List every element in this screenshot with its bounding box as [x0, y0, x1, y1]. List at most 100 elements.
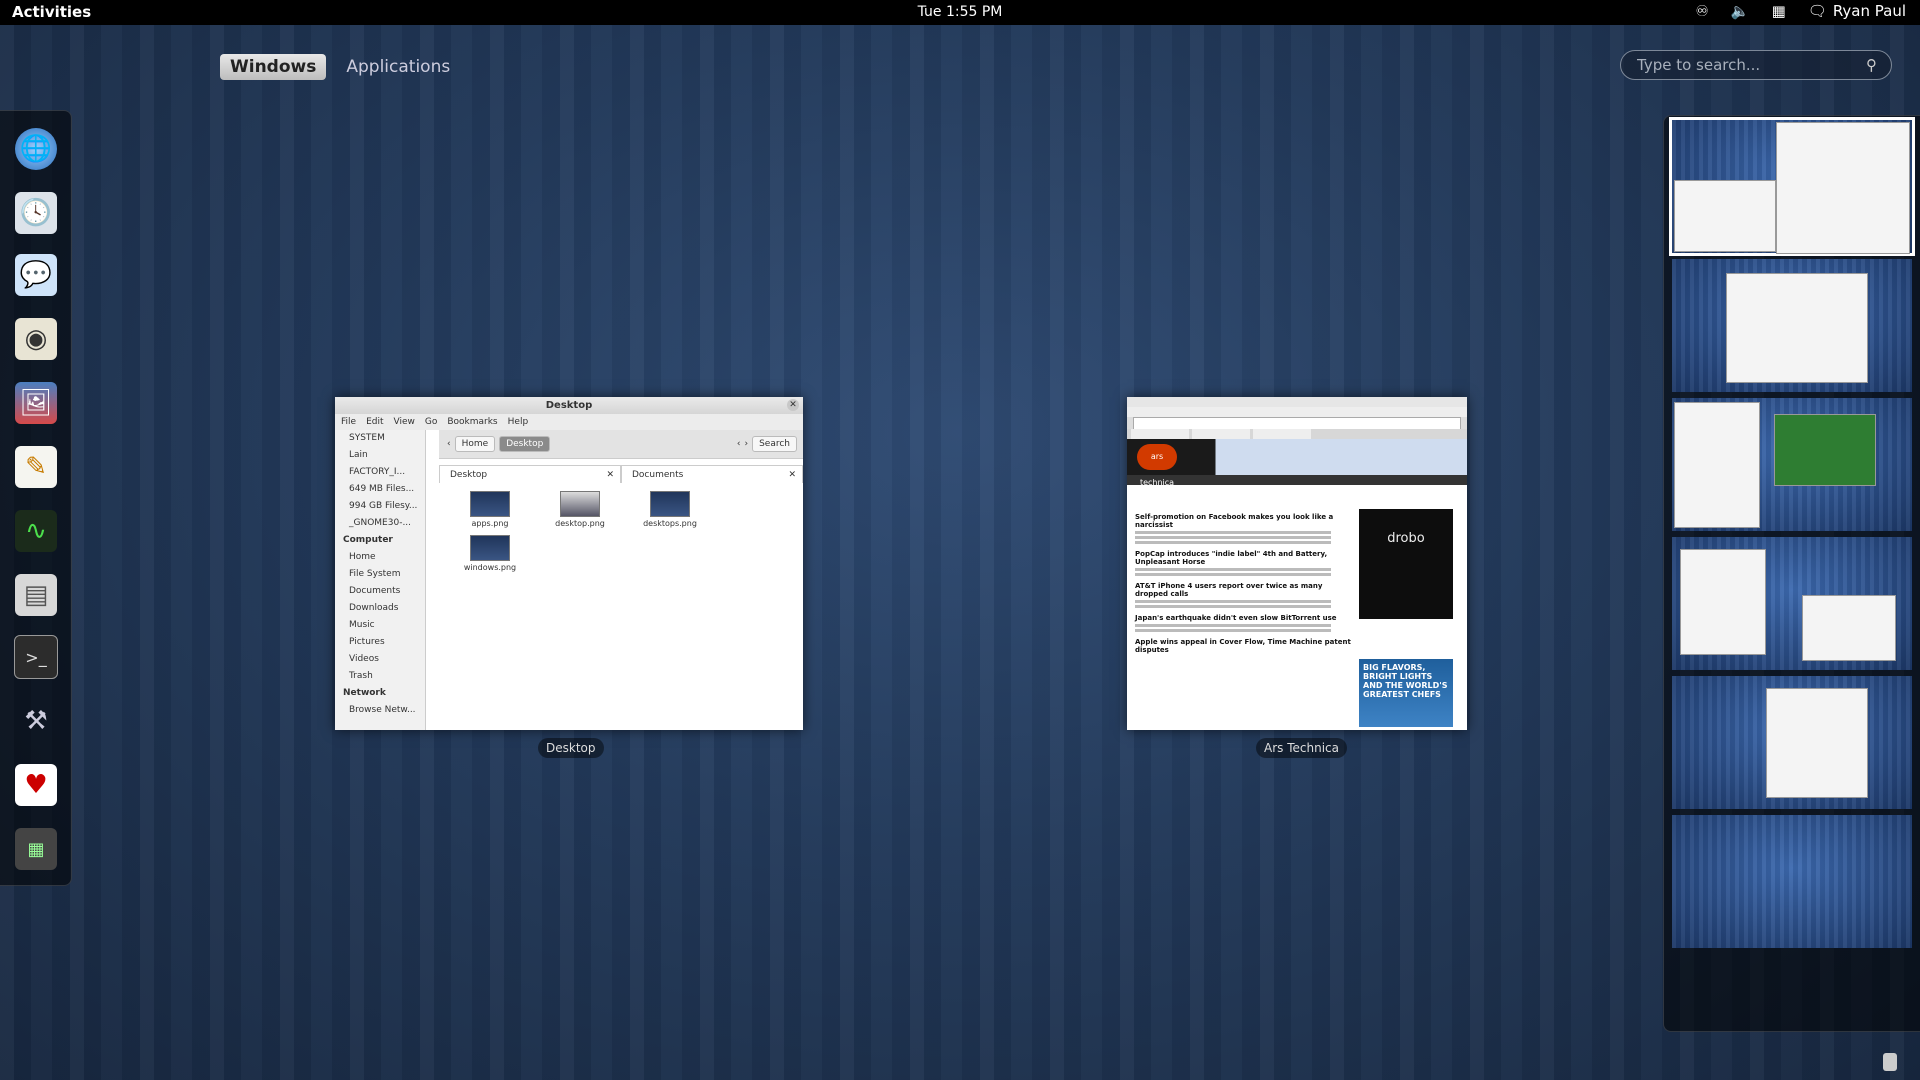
- browser-tab[interactable]: [1192, 429, 1250, 439]
- calculator-icon: ▦: [15, 828, 57, 870]
- site-banner: ars technica: [1127, 439, 1467, 487]
- dash-mail-clock[interactable]: 🕓: [12, 189, 60, 237]
- clock-label[interactable]: Tue 1:55 PM: [918, 4, 1003, 20]
- chat-app-icon: 💬: [15, 254, 57, 296]
- workspace-1[interactable]: [1669, 117, 1915, 256]
- menu-view[interactable]: View: [394, 414, 415, 430]
- window-label-desktop: Desktop: [538, 738, 604, 758]
- message-tray-icon[interactable]: [1883, 1053, 1897, 1071]
- sidebar-item[interactable]: 994 GB Filesy...: [335, 498, 425, 515]
- sidebar-item-browse-network[interactable]: Browse Netw...: [335, 702, 425, 719]
- activities-button[interactable]: Activities: [12, 3, 91, 21]
- menu-help[interactable]: Help: [508, 414, 529, 430]
- file-item[interactable]: apps.png: [445, 491, 535, 535]
- sidebar-item-videos[interactable]: Videos: [335, 651, 425, 668]
- workspace-window-thumb: [1774, 414, 1876, 486]
- clock-icon: 🕓: [15, 192, 57, 234]
- dash-calculator[interactable]: ▦: [12, 825, 60, 873]
- headline[interactable]: Self-promotion on Facebook makes you loo…: [1135, 513, 1353, 529]
- tab-windows[interactable]: Windows: [220, 54, 327, 80]
- browser-tab[interactable]: [1131, 429, 1189, 439]
- sidebar-item-trash[interactable]: Trash: [335, 668, 425, 685]
- sidebar-item-home[interactable]: Home: [335, 549, 425, 566]
- user-name: Ryan Paul: [1832, 2, 1906, 20]
- sidebar-item-music[interactable]: Music: [335, 617, 425, 634]
- tab-documents[interactable]: Documents ✕: [621, 465, 803, 483]
- tab-bar: Desktop ✕ Documents ✕: [439, 465, 803, 483]
- menu-edit[interactable]: Edit: [366, 414, 383, 430]
- ad-drobo[interactable]: drobo: [1359, 509, 1453, 619]
- sidebar-item-documents[interactable]: Documents: [335, 583, 425, 600]
- headline[interactable]: AT&T iPhone 4 users report over twice as…: [1135, 582, 1353, 598]
- browser-navbar: [1127, 417, 1467, 430]
- ad-flavors[interactable]: BIG FLAVORS, BRIGHT LIGHTS AND THE WORLD…: [1359, 659, 1453, 727]
- nav-back-icon[interactable]: ‹: [737, 439, 741, 449]
- workspace-window-thumb: [1766, 688, 1868, 798]
- workspace-5[interactable]: [1672, 676, 1912, 809]
- nav-forward-icon[interactable]: ›: [744, 439, 748, 449]
- window-desktop[interactable]: Desktop ✕ File Edit View Go Bookmarks Hel…: [335, 397, 803, 730]
- sidebar-item-file-system[interactable]: File System: [335, 566, 425, 583]
- menu-go[interactable]: Go: [425, 414, 437, 430]
- user-menu[interactable]: 🗨 Ryan Paul: [1808, 2, 1906, 20]
- sidebar-item[interactable]: Lain: [335, 447, 425, 464]
- image-thumbnail: [470, 535, 510, 561]
- window-ars-technica[interactable]: ars technica Self-promotion on Facebook …: [1127, 397, 1467, 730]
- sidebar-item[interactable]: _GNOME30-...: [335, 515, 425, 532]
- workspace-2[interactable]: [1672, 259, 1912, 392]
- dash-chat[interactable]: 💬: [12, 251, 60, 299]
- back-arrow-icon[interactable]: ‹: [447, 439, 451, 449]
- text-editor-icon: ✎: [15, 446, 57, 488]
- file-item[interactable]: desktops.png: [625, 491, 715, 535]
- headline[interactable]: Japan's earthquake didn't even slow BitT…: [1135, 614, 1353, 622]
- tools-icon: ⚒: [24, 706, 48, 736]
- dash-browser[interactable]: 🌐: [12, 125, 60, 173]
- volume-icon[interactable]: 🔈: [1731, 2, 1750, 20]
- search-icon: ⚲: [1866, 56, 1877, 74]
- browser-menubar: [1127, 407, 1467, 417]
- overview-tabs: Windows Applications: [220, 54, 460, 80]
- close-icon[interactable]: ✕: [787, 399, 799, 411]
- workspace-4[interactable]: [1672, 537, 1912, 670]
- workspace-6[interactable]: [1672, 815, 1912, 948]
- file-item[interactable]: desktop.png: [535, 491, 625, 535]
- dash-system-monitor[interactable]: ∿: [12, 507, 60, 555]
- sidebar: SYSTEM Lain FACTORY_I... 649 MB Files...…: [335, 430, 426, 730]
- dash-music[interactable]: ◉: [12, 315, 60, 363]
- dash-solitaire[interactable]: ♥: [12, 761, 60, 809]
- sidebar-item[interactable]: SYSTEM: [335, 430, 425, 447]
- browser-tab[interactable]: [1253, 429, 1311, 439]
- sidebar-item-downloads[interactable]: Downloads: [335, 600, 425, 617]
- tab-applications[interactable]: Applications: [336, 54, 460, 80]
- dash-settings[interactable]: ⚒: [12, 697, 60, 745]
- file-item[interactable]: windows.png: [445, 535, 535, 579]
- headline[interactable]: PopCap introduces "indie label" 4th and …: [1135, 550, 1353, 566]
- sidebar-item[interactable]: 649 MB Files...: [335, 481, 425, 498]
- browser-tabs: [1127, 429, 1467, 439]
- network-icon[interactable]: ▦: [1772, 2, 1786, 20]
- tab-desktop[interactable]: Desktop ✕: [439, 465, 621, 483]
- dash-image-viewer[interactable]: 🖼: [12, 379, 60, 427]
- menu-file[interactable]: File: [341, 414, 356, 430]
- close-tab-icon[interactable]: ✕: [606, 466, 614, 484]
- browser-icon: 🌐: [15, 128, 57, 170]
- cards-icon: ♥: [15, 764, 57, 806]
- image-thumbnail: [560, 491, 600, 517]
- search-input[interactable]: [1635, 55, 1866, 75]
- top-panel: Activities Tue 1:55 PM ♾ 🔈 ▦ 🗨 Ryan Paul: [0, 0, 1920, 25]
- crumb-desktop[interactable]: Desktop: [499, 436, 551, 452]
- dash-text-editor[interactable]: ✎: [12, 443, 60, 491]
- dash-file-manager[interactable]: ▤: [12, 571, 60, 619]
- accessibility-icon[interactable]: ♾: [1695, 2, 1708, 20]
- dash-terminal[interactable]: >_: [12, 633, 60, 681]
- sidebar-item[interactable]: FACTORY_I...: [335, 464, 425, 481]
- sidebar-header-computer: Computer: [343, 535, 393, 545]
- sidebar-item-pictures[interactable]: Pictures: [335, 634, 425, 651]
- workspace-window-thumb: [1726, 273, 1868, 383]
- menu-bookmarks[interactable]: Bookmarks: [447, 414, 497, 430]
- workspace-3[interactable]: [1672, 398, 1912, 531]
- close-tab-icon[interactable]: ✕: [788, 466, 796, 484]
- crumb-home[interactable]: Home: [454, 436, 496, 452]
- headline[interactable]: Apple wins appeal in Cover Flow, Time Ma…: [1135, 638, 1353, 654]
- search-button[interactable]: Search: [752, 436, 797, 452]
